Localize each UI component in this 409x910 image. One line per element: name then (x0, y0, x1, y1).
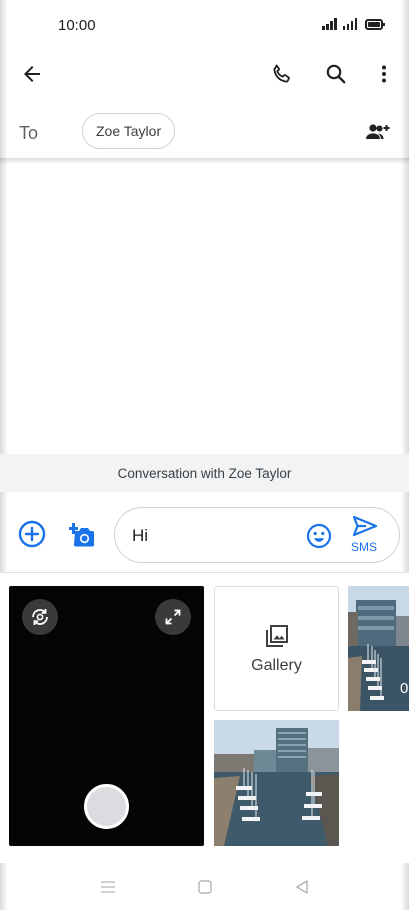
menu-icon[interactable] (96, 875, 120, 899)
phone-icon[interactable] (266, 58, 298, 90)
camera-preview[interactable] (9, 586, 204, 846)
home-square-icon[interactable] (193, 875, 217, 899)
photo-library-icon (265, 624, 288, 647)
add-photo-icon[interactable] (64, 518, 96, 550)
emoji-icon[interactable] (303, 520, 335, 552)
signal-icon (322, 18, 337, 30)
group-add-icon[interactable] (361, 116, 393, 148)
message-list (0, 164, 409, 454)
recipient-chip[interactable]: Zoe Taylor (82, 113, 176, 149)
status-icons (322, 18, 385, 30)
more-vert-icon[interactable] (368, 58, 400, 90)
message-input-text: Hi (132, 526, 149, 545)
send-sms-label[interactable]: SMS (351, 540, 377, 554)
battery-icon (365, 19, 385, 30)
signal-icon (342, 18, 357, 30)
system-nav-bar (0, 863, 409, 910)
compose-bar: Hi SMS (0, 495, 409, 573)
search-icon[interactable] (320, 58, 352, 90)
send-icon[interactable] (349, 512, 381, 540)
photo-thumbnail[interactable] (214, 720, 339, 846)
switch-camera-icon[interactable] (22, 599, 58, 635)
add-circle-icon[interactable] (16, 518, 48, 550)
status-time: 10:00 (58, 17, 96, 34)
message-input[interactable]: Hi SMS (114, 507, 400, 563)
back-triangle-icon[interactable] (290, 875, 314, 899)
gallery-label: Gallery (251, 656, 302, 674)
status-bar: 10:00 (0, 0, 409, 50)
arrow-back-icon[interactable] (16, 58, 48, 90)
marina-photo (214, 720, 339, 846)
shutter-button[interactable] (84, 784, 129, 829)
gallery-button[interactable]: Gallery (214, 586, 339, 711)
to-label: To (19, 123, 39, 143)
fullscreen-icon[interactable] (155, 599, 191, 635)
conversation-banner: Conversation with Zoe Taylor (0, 454, 409, 492)
app-bar (0, 50, 409, 98)
media-picker: Gallery 0 (0, 573, 409, 863)
recipients-row: To Zoe Taylor (0, 106, 409, 158)
photo-thumbnail[interactable]: 0 (348, 586, 409, 711)
thumbnail-overlay-text: 0 (400, 680, 409, 697)
